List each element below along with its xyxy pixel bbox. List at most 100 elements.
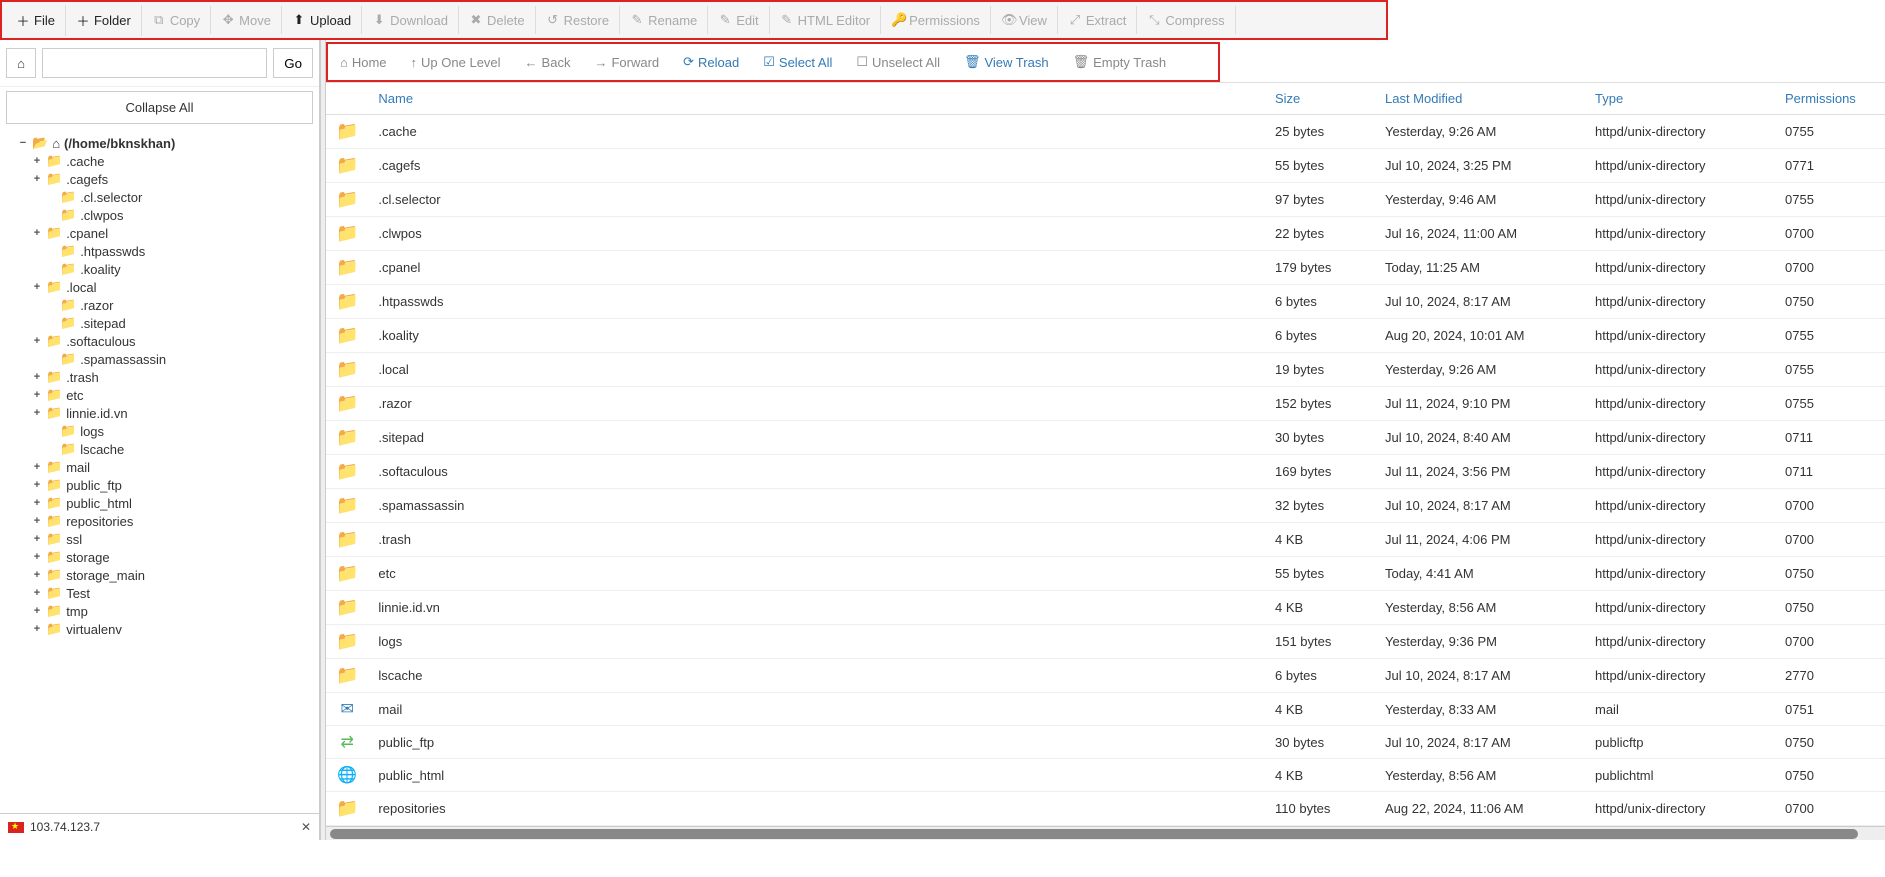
- html-editor-button[interactable]: ✎HTML Editor: [770, 6, 881, 34]
- table-row[interactable]: 📁.softaculous169 bytesJul 11, 2024, 3:56…: [326, 455, 1885, 489]
- tree-item[interactable]: +📁etc: [18, 386, 311, 404]
- table-row[interactable]: 📁.cpanel179 bytesToday, 11:25 AMhttpd/un…: [326, 251, 1885, 285]
- select-all-button[interactable]: ☑Select All: [751, 48, 844, 76]
- expand-icon[interactable]: +: [32, 335, 42, 347]
- tree-item[interactable]: +📁lscache: [18, 440, 311, 458]
- copy-button[interactable]: ⧉Copy: [142, 6, 211, 34]
- folder-button[interactable]: ＋Folder: [66, 5, 142, 36]
- tree-item[interactable]: +📁.cpanel: [18, 224, 311, 242]
- expand-icon[interactable]: +: [32, 155, 42, 167]
- expand-icon[interactable]: +: [32, 569, 42, 581]
- table-row[interactable]: 📁etc55 bytesToday, 4:41 AMhttpd/unix-dir…: [326, 557, 1885, 591]
- tree-item[interactable]: +📁.cl.selector: [18, 188, 311, 206]
- restore-button[interactable]: ↺Restore: [536, 6, 621, 34]
- tree-item[interactable]: +📁.softaculous: [18, 332, 311, 350]
- tree-item[interactable]: +📁linnie.id.vn: [18, 404, 311, 422]
- permissions-button[interactable]: 🔑Permissions: [881, 6, 991, 34]
- go-button[interactable]: Go: [273, 48, 313, 78]
- unselect-all-button[interactable]: ☐Unselect All: [844, 48, 952, 76]
- reload-button[interactable]: ⟳Reload: [671, 48, 751, 76]
- tree-item[interactable]: +📁.cache: [18, 152, 311, 170]
- column-name[interactable]: Name: [368, 83, 1265, 115]
- view-button[interactable]: 👁View: [991, 6, 1058, 34]
- home-path-button[interactable]: ⌂: [6, 48, 36, 78]
- collapse-icon[interactable]: −: [18, 137, 28, 149]
- tree-item[interactable]: +📁.razor: [18, 296, 311, 314]
- download-button[interactable]: ⬇Download: [362, 6, 459, 34]
- up-one-level-button[interactable]: ↑Up One Level: [399, 49, 513, 76]
- expand-icon[interactable]: +: [32, 497, 42, 509]
- expand-icon[interactable]: +: [32, 389, 42, 401]
- expand-icon[interactable]: +: [32, 461, 42, 473]
- expand-icon[interactable]: +: [32, 587, 42, 599]
- empty-trash-button[interactable]: 🗑Empty Trash: [1061, 48, 1178, 76]
- tree-item[interactable]: +📁.cagefs: [18, 170, 311, 188]
- close-status-button[interactable]: ✕: [301, 820, 311, 834]
- tree-item[interactable]: +📁repositories: [18, 512, 311, 530]
- expand-icon[interactable]: +: [32, 623, 42, 635]
- collapse-all-button[interactable]: Collapse All: [6, 91, 313, 124]
- expand-icon[interactable]: +: [32, 515, 42, 527]
- tree-item[interactable]: +📁ssl: [18, 530, 311, 548]
- table-row[interactable]: 📁.spamassassin32 bytesJul 10, 2024, 8:17…: [326, 489, 1885, 523]
- column-icon[interactable]: [326, 83, 368, 115]
- extract-button[interactable]: ⤢Extract: [1058, 6, 1137, 34]
- tree-item[interactable]: +📁.koality: [18, 260, 311, 278]
- expand-icon[interactable]: +: [32, 407, 42, 419]
- tree-item[interactable]: +📁logs: [18, 422, 311, 440]
- tree-root[interactable]: − 📂 ⌂ (/home/bknskhan): [18, 134, 311, 152]
- move-button[interactable]: ✥Move: [211, 6, 282, 34]
- column-last-modified[interactable]: Last Modified: [1375, 83, 1585, 115]
- expand-icon[interactable]: +: [32, 371, 42, 383]
- column-permissions[interactable]: Permissions: [1775, 83, 1885, 115]
- table-row[interactable]: 🌐public_html4 KBYesterday, 8:56 AMpublic…: [326, 759, 1885, 792]
- table-row[interactable]: 📁repositories110 bytesAug 22, 2024, 11:0…: [326, 792, 1885, 826]
- expand-icon[interactable]: +: [32, 551, 42, 563]
- tree-item[interactable]: +📁.htpasswds: [18, 242, 311, 260]
- tree-item[interactable]: +📁mail: [18, 458, 311, 476]
- table-row[interactable]: 📁.razor152 bytesJul 11, 2024, 9:10 PMhtt…: [326, 387, 1885, 421]
- tree-item[interactable]: +📁.local: [18, 278, 311, 296]
- back-button[interactable]: ←Back: [513, 49, 583, 76]
- tree-item[interactable]: +📁storage_main: [18, 566, 311, 584]
- table-row[interactable]: 📁.htpasswds6 bytesJul 10, 2024, 8:17 AMh…: [326, 285, 1885, 319]
- table-row[interactable]: 📁lscache6 bytesJul 10, 2024, 8:17 AMhttp…: [326, 659, 1885, 693]
- table-row[interactable]: 📁.cache25 bytesYesterday, 9:26 AMhttpd/u…: [326, 115, 1885, 149]
- column-type[interactable]: Type: [1585, 83, 1775, 115]
- horizontal-scrollbar[interactable]: [326, 826, 1885, 840]
- table-row[interactable]: ✉mail4 KBYesterday, 8:33 AMmail0751: [326, 693, 1885, 726]
- table-row[interactable]: ⇄public_ftp30 bytesJul 10, 2024, 8:17 AM…: [326, 726, 1885, 759]
- table-row[interactable]: 📁.cl.selector97 bytesYesterday, 9:46 AMh…: [326, 183, 1885, 217]
- edit-button[interactable]: ✎Edit: [708, 6, 769, 34]
- compress-button[interactable]: ⤡Compress: [1137, 6, 1235, 34]
- forward-button[interactable]: →Forward: [582, 49, 671, 76]
- delete-button[interactable]: ✖Delete: [459, 6, 536, 34]
- table-row[interactable]: 📁.sitepad30 bytesJul 10, 2024, 8:40 AMht…: [326, 421, 1885, 455]
- expand-icon[interactable]: +: [32, 533, 42, 545]
- column-size[interactable]: Size: [1265, 83, 1375, 115]
- tree-item[interactable]: +📁.sitepad: [18, 314, 311, 332]
- expand-icon[interactable]: +: [32, 605, 42, 617]
- tree-item[interactable]: +📁public_html: [18, 494, 311, 512]
- table-row[interactable]: 📁.cagefs55 bytesJul 10, 2024, 3:25 PMhtt…: [326, 149, 1885, 183]
- file-button[interactable]: ＋File: [6, 5, 66, 36]
- upload-button[interactable]: ⬆Upload: [282, 6, 362, 34]
- tree-item[interactable]: +📁virtualenv: [18, 620, 311, 638]
- tree-item[interactable]: +📁.trash: [18, 368, 311, 386]
- home-button[interactable]: ⌂Home: [328, 49, 399, 76]
- rename-button[interactable]: ✎Rename: [620, 6, 708, 34]
- path-input[interactable]: [42, 48, 267, 78]
- tree-item[interactable]: +📁storage: [18, 548, 311, 566]
- table-row[interactable]: 📁.koality6 bytesAug 20, 2024, 10:01 AMht…: [326, 319, 1885, 353]
- tree-item[interactable]: +📁.spamassassin: [18, 350, 311, 368]
- tree-item[interactable]: +📁.clwpos: [18, 206, 311, 224]
- table-row[interactable]: 📁logs151 bytesYesterday, 9:36 PMhttpd/un…: [326, 625, 1885, 659]
- expand-icon[interactable]: +: [32, 479, 42, 491]
- table-row[interactable]: 📁.clwpos22 bytesJul 16, 2024, 11:00 AMht…: [326, 217, 1885, 251]
- table-row[interactable]: 📁.trash4 KBJul 11, 2024, 4:06 PMhttpd/un…: [326, 523, 1885, 557]
- tree-item[interactable]: +📁public_ftp: [18, 476, 311, 494]
- table-row[interactable]: 📁.local19 bytesYesterday, 9:26 AMhttpd/u…: [326, 353, 1885, 387]
- tree-item[interactable]: +📁Test: [18, 584, 311, 602]
- expand-icon[interactable]: +: [32, 173, 42, 185]
- view-trash-button[interactable]: 🗑View Trash: [952, 48, 1061, 76]
